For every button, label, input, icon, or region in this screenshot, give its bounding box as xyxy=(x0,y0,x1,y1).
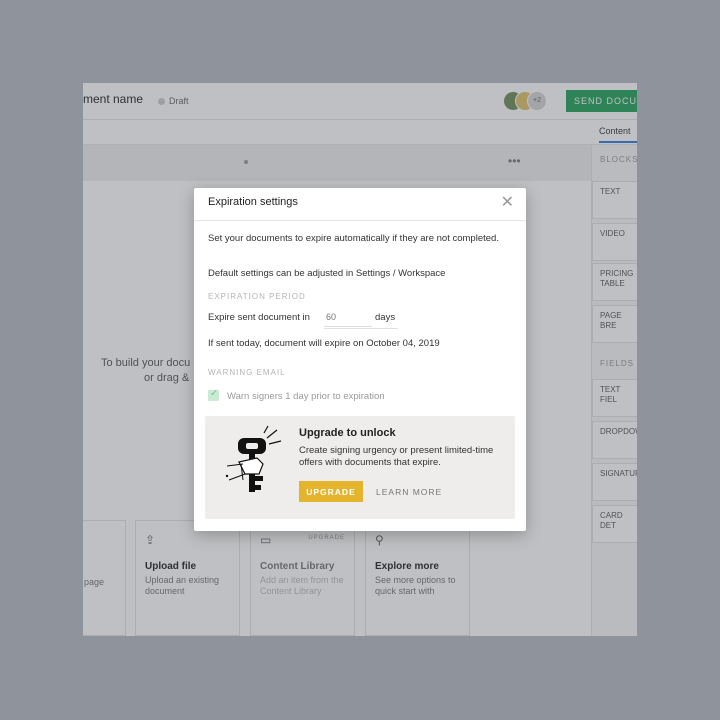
warn-signers-checkbox[interactable]: ✓ xyxy=(208,388,219,401)
close-icon[interactable]: ✕ xyxy=(501,195,514,211)
upgrade-description: Create signing urgency or present limite… xyxy=(299,445,494,468)
learn-more-link[interactable]: LEARN MORE xyxy=(376,487,442,497)
dialog-title: Expiration settings xyxy=(208,196,298,208)
upgrade-button[interactable]: UPGRADE xyxy=(299,481,363,502)
expiration-period-heading: EXPIRATION PERIOD xyxy=(208,292,306,301)
warning-email-heading: WARNING EMAIL xyxy=(208,368,286,377)
header-divider xyxy=(194,220,526,221)
intro-text: Set your documents to expire automatical… xyxy=(208,233,499,244)
expiration-days-input[interactable] xyxy=(324,307,372,327)
upgrade-panel: Upgrade to unlock Create signing urgency… xyxy=(205,416,515,519)
upgrade-title: Upgrade to unlock xyxy=(299,427,396,439)
expiration-settings-dialog: Expiration settings ✕ Set your documents… xyxy=(194,188,526,531)
hand-holding-key-icon xyxy=(225,425,282,492)
defaults-note: Default settings can be adjusted in Sett… xyxy=(208,268,446,279)
expire-label: Expire sent document in xyxy=(208,312,310,323)
checkmark-icon: ✓ xyxy=(210,388,219,399)
days-unit-label: days xyxy=(375,312,396,323)
input-underline xyxy=(324,328,398,329)
warn-signers-label: Warn signers 1 day prior to expiration xyxy=(227,391,385,402)
expiration-date-note: If sent today, document will expire on O… xyxy=(208,338,440,349)
